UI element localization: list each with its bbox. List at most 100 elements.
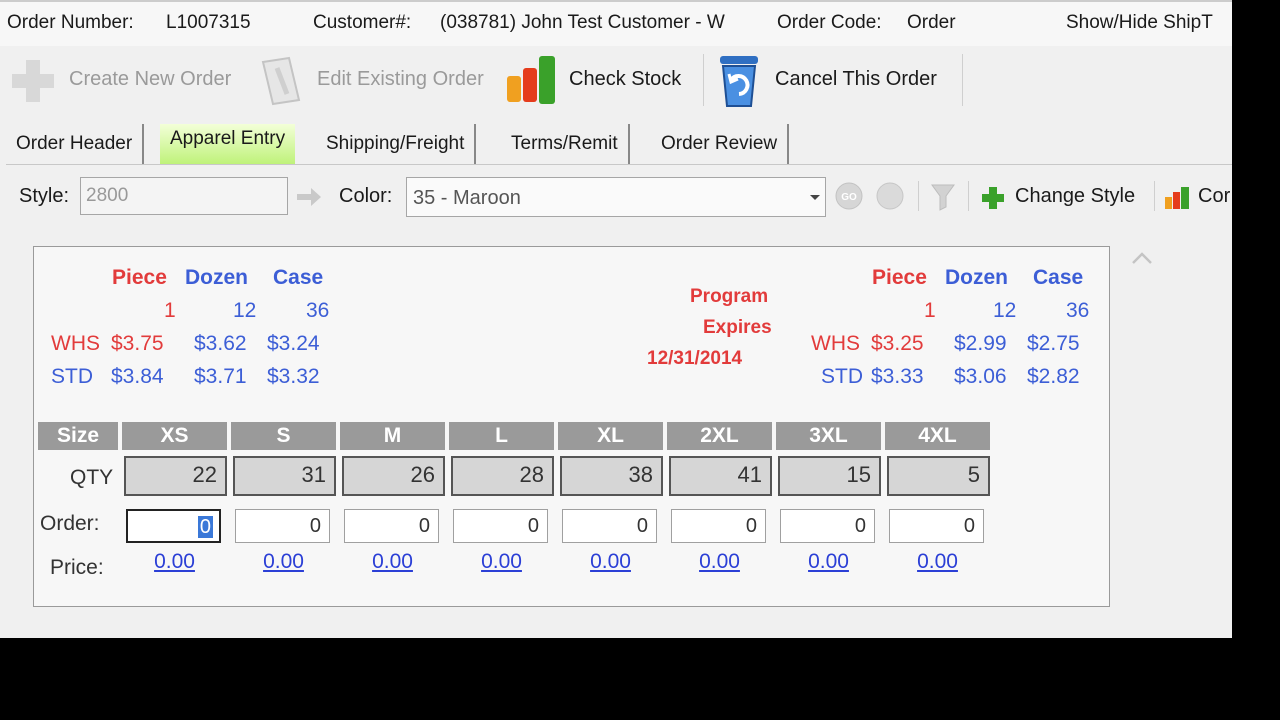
tab-order-review[interactable]: Order Review	[651, 124, 790, 164]
right-dozen-qty: 12	[993, 299, 1017, 322]
tab-shipping-freight[interactable]: Shipping/Freight	[316, 124, 477, 164]
arrow-right-icon	[297, 188, 321, 206]
color-select[interactable]: 35 - Maroon	[406, 177, 826, 217]
order-entry-window: Order Number: L1007315 Customer#: (03878…	[0, 0, 1232, 638]
tab-order-header[interactable]: Order Header	[6, 124, 145, 164]
right-whs-dozen: $2.99	[954, 332, 1007, 355]
scroll-up-icon[interactable]	[1131, 250, 1153, 266]
bar-chart-icon	[507, 56, 555, 104]
right-piece-qty: 1	[924, 299, 936, 322]
order-input-xl[interactable]: 0	[562, 509, 657, 543]
price-link-4xl[interactable]: 0.00	[895, 550, 980, 574]
right-whs-piece: $3.25	[871, 332, 924, 355]
svg-text:GO: GO	[841, 192, 857, 203]
check-stock-small-button[interactable]: Cor	[1164, 180, 1232, 214]
size-header-4xl: 4XL	[885, 422, 990, 450]
qty-cell-xl: 38	[560, 456, 663, 496]
left-piece-header: Piece	[112, 266, 167, 289]
cut-off-label: Cor	[1198, 185, 1231, 207]
customer-value[interactable]: (038781) John Test Customer - W	[440, 12, 766, 34]
price-link-m[interactable]: 0.00	[350, 550, 435, 574]
left-whs-dozen: $3.62	[194, 332, 247, 355]
change-style-button[interactable]: Change Style	[980, 180, 1145, 214]
order-input-m[interactable]: 0	[344, 509, 439, 543]
tab-strip-border	[6, 164, 1232, 165]
create-new-order-label: Create New Order	[69, 68, 232, 90]
price-link-2xl[interactable]: 0.00	[677, 550, 762, 574]
price-link-l[interactable]: 0.00	[459, 550, 544, 574]
size-header-m: M	[340, 422, 445, 450]
style-input[interactable]: 2800	[80, 177, 288, 215]
left-dozen-qty: 12	[233, 299, 257, 322]
show-hide-ship-to-link[interactable]: Show/Hide ShipT	[1066, 12, 1213, 34]
left-std-case: $3.32	[267, 365, 320, 388]
left-piece-qty: 1	[164, 299, 176, 322]
qty-cell-4xl: 5	[887, 456, 990, 496]
row-separator	[968, 181, 969, 211]
qty-cell-xs: 22	[124, 456, 227, 496]
order-input-3xl[interactable]: 0	[780, 509, 875, 543]
size-header-2xl: 2XL	[667, 422, 772, 450]
check-stock-button[interactable]: Check Stock	[505, 52, 695, 108]
left-case-qty: 36	[306, 299, 330, 322]
order-input-4xl[interactable]: 0	[889, 509, 984, 543]
right-whs-label: WHS	[811, 332, 860, 355]
check-stock-label: Check Stock	[569, 68, 682, 90]
price-row-label: Price:	[50, 556, 104, 579]
size-header-xs: XS	[122, 422, 227, 450]
go-icon[interactable]: GO	[834, 181, 864, 211]
color-select-value: 35 - Maroon	[413, 187, 521, 209]
qty-row-label: QTY	[70, 466, 114, 489]
circle-icon[interactable]	[875, 181, 905, 211]
expiry-date: 12/31/2014	[647, 348, 743, 369]
edit-existing-order-button[interactable]: Edit Existing Order	[255, 52, 495, 108]
left-whs-piece: $3.75	[111, 332, 164, 355]
edit-existing-order-label: Edit Existing Order	[317, 68, 484, 90]
right-case-header: Case	[1033, 266, 1084, 289]
left-dozen-header: Dozen	[185, 266, 248, 289]
style-label: Style:	[19, 185, 70, 207]
right-whs-case: $2.75	[1027, 332, 1080, 355]
price-link-s[interactable]: 0.00	[241, 550, 326, 574]
row-separator	[1154, 181, 1155, 211]
expires-label: Expires	[703, 317, 772, 338]
order-input-xs[interactable]: 0	[126, 509, 221, 543]
size-header-3xl: 3XL	[776, 422, 881, 450]
right-std-case: $2.82	[1027, 365, 1080, 388]
order-code-label: Order Code:	[777, 12, 882, 33]
price-link-xs[interactable]: 0.00	[132, 550, 217, 574]
order-input-2xl[interactable]: 0	[671, 509, 766, 543]
selected-text: 0	[197, 516, 213, 538]
order-row-label: Order:	[40, 512, 100, 535]
filter-icon[interactable]	[930, 183, 956, 211]
order-number-label: Order Number:	[7, 12, 134, 33]
qty-cell-2xl: 41	[669, 456, 772, 496]
cancel-this-order-label: Cancel This Order	[775, 68, 937, 90]
cancel-this-order-button[interactable]: Cancel This Order	[714, 52, 959, 108]
left-std-label: STD	[51, 365, 93, 388]
chevron-down-icon	[810, 195, 820, 200]
tab-apparel-entry[interactable]: Apparel Entry	[160, 124, 296, 164]
qty-cell-s: 31	[233, 456, 336, 496]
size-header-s: S	[231, 422, 336, 450]
right-piece-header: Piece	[872, 266, 927, 289]
order-input-l[interactable]: 0	[453, 509, 548, 543]
green-plus-icon	[982, 187, 1004, 209]
right-std-piece: $3.33	[871, 365, 924, 388]
toolbar-separator	[703, 54, 704, 106]
color-label: Color:	[339, 185, 393, 207]
tab-terms-remit[interactable]: Terms/Remit	[501, 124, 630, 164]
order-input-s[interactable]: 0	[235, 509, 330, 543]
qty-cell-3xl: 15	[778, 456, 881, 496]
row-separator	[918, 181, 919, 211]
left-std-piece: $3.84	[111, 365, 164, 388]
price-link-3xl[interactable]: 0.00	[786, 550, 871, 574]
create-new-order-button[interactable]: Create New Order	[8, 52, 248, 108]
size-column-header: Size	[38, 422, 118, 450]
right-std-label: STD	[821, 365, 863, 388]
order-code-value[interactable]: Order	[907, 12, 956, 34]
plus-icon	[12, 60, 54, 102]
toolbar-separator	[962, 54, 963, 106]
right-case-qty: 36	[1066, 299, 1090, 322]
price-link-xl[interactable]: 0.00	[568, 550, 653, 574]
